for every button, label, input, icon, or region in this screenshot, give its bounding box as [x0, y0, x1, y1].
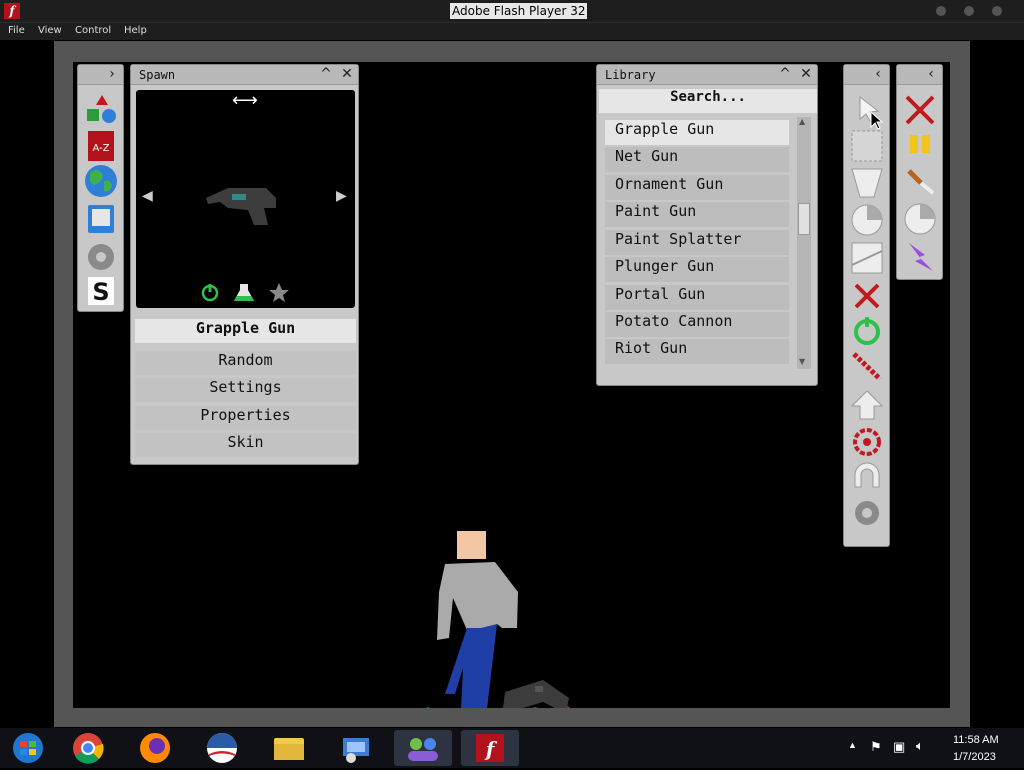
close-icon[interactable]: ✕	[798, 66, 814, 82]
library-panel: Library ^ ✕ Search... Grapple Gun Net Gu…	[596, 64, 818, 386]
spawn-panel-header: Spawn ^ ✕	[131, 65, 358, 85]
spawn-preview[interactable]: ⟷ ◀ ▶	[136, 90, 355, 308]
pie-tool[interactable]	[851, 204, 883, 236]
menu-bar: File View Control Help	[0, 22, 1024, 40]
mouse-cursor-icon	[870, 111, 884, 130]
gear-tool[interactable]	[855, 501, 879, 525]
list-item[interactable]: Riot Gun	[605, 339, 789, 364]
minimize-button[interactable]	[936, 6, 946, 16]
flag-icon[interactable]: ⚑	[870, 739, 882, 755]
spawn-panel: Spawn ^ ✕ ⟷ ◀ ▶ Grapple Gun Random Setti…	[130, 64, 359, 465]
selected-item-label[interactable]: Grapple Gun	[135, 319, 356, 343]
file-explorer-icon[interactable]	[260, 730, 318, 766]
list-item[interactable]: Potato Cannon	[605, 312, 789, 337]
flash-player-icon[interactable]: f	[461, 730, 519, 766]
chevron-up-icon[interactable]: ▲	[848, 740, 857, 750]
menu-help[interactable]: Help	[124, 25, 147, 36]
delete-tool[interactable]	[854, 283, 880, 309]
a-z-book-icon[interactable]: A-Z	[88, 131, 114, 161]
star-icon[interactable]	[269, 283, 289, 302]
magnet-tool[interactable]	[854, 462, 880, 488]
list-item[interactable]: Paint Splatter	[605, 230, 789, 255]
funnel-tool[interactable]	[851, 168, 883, 198]
category-toolbar-header: ›	[78, 65, 123, 85]
window-title: Adobe Flash Player 32	[450, 3, 588, 19]
category-toolbar: › A-Z S	[77, 64, 124, 312]
list-item[interactable]: Paint Gun	[605, 202, 789, 227]
gear-icon[interactable]	[88, 244, 114, 270]
control-panel-icon[interactable]	[327, 730, 385, 766]
power-tool[interactable]	[854, 317, 880, 345]
library-search-input[interactable]: Search...	[599, 89, 817, 113]
tool-toolbar: ‹	[843, 64, 890, 547]
windows-start-icon[interactable]	[0, 730, 58, 766]
close-tool[interactable]	[905, 95, 935, 125]
list-item[interactable]: Grapple Gun	[605, 120, 789, 145]
taskbar: f ▲ ⚑ ▣ 🔈︎ 11:58 AM 1/7/2023	[0, 728, 1024, 768]
grapple-gun-dropped[interactable]	[503, 680, 569, 708]
target-tool[interactable]	[853, 428, 881, 456]
lightning-tool[interactable]	[909, 243, 933, 271]
users-icon[interactable]	[394, 730, 452, 766]
window-title-bar: f Adobe Flash Player 32	[0, 0, 1024, 22]
properties-button[interactable]: Properties	[135, 406, 356, 430]
globe-icon[interactable]	[85, 165, 117, 197]
chevron-left-icon[interactable]: ‹	[923, 66, 939, 82]
scroll-down-icon[interactable]: ▼	[799, 357, 805, 366]
svg-text:S: S	[92, 278, 109, 306]
list-item[interactable]: Portal Gun	[605, 285, 789, 310]
library-panel-title: Library	[605, 68, 656, 82]
list-item[interactable]: Ornament Gun	[605, 175, 789, 200]
rope-tool[interactable]	[852, 352, 882, 381]
save-disk-icon[interactable]	[88, 205, 114, 233]
spawn-panel-title: Spawn	[139, 68, 176, 82]
pause-tool[interactable]	[910, 135, 930, 153]
knife-tool[interactable]	[907, 169, 935, 195]
side-toolbar-header: ‹	[897, 65, 942, 85]
shapes-icon[interactable]	[87, 95, 116, 123]
chrome-icon[interactable]	[59, 730, 117, 766]
s-logo-icon[interactable]: S	[88, 277, 114, 306]
chevron-right-icon[interactable]: ›	[104, 66, 120, 82]
scroll-up-icon[interactable]: ▲	[799, 117, 805, 126]
list-item[interactable]: Net Gun	[605, 147, 789, 172]
clock-time[interactable]: 11:58 AM	[953, 734, 999, 746]
flask-icon[interactable]	[234, 284, 254, 301]
skin-button[interactable]: Skin	[135, 433, 356, 457]
menu-control[interactable]: Control	[75, 25, 111, 36]
settings-button[interactable]: Settings	[135, 378, 356, 402]
collapse-icon[interactable]: ^	[318, 66, 334, 82]
power-icon[interactable]	[201, 284, 219, 302]
volume-icon[interactable]: 🔈︎	[916, 738, 924, 754]
slope-tool[interactable]	[851, 242, 883, 274]
obama-logo-icon[interactable]	[193, 730, 251, 766]
side-toolbar: ‹	[896, 64, 943, 280]
pie-tool[interactable]	[904, 203, 936, 235]
chevron-left-icon[interactable]: ‹	[870, 66, 886, 82]
random-button[interactable]: Random	[135, 351, 356, 375]
blood-splatter	[425, 705, 571, 708]
close-icon[interactable]: ✕	[339, 66, 355, 82]
select-box-tool[interactable]	[851, 130, 883, 162]
list-item[interactable]: Plunger Gun	[605, 257, 789, 282]
library-scrollbar[interactable]: ▲ ▼	[797, 117, 811, 369]
clock-date[interactable]: 1/7/2023	[953, 751, 996, 763]
library-panel-header: Library ^ ✕	[597, 65, 817, 85]
firefox-icon[interactable]	[126, 730, 184, 766]
maximize-button[interactable]	[964, 6, 974, 16]
menu-view[interactable]: View	[38, 25, 62, 36]
svg-text:A-Z: A-Z	[92, 143, 109, 154]
ragdoll-head[interactable]	[457, 531, 486, 559]
collapse-icon[interactable]: ^	[777, 66, 793, 82]
close-button[interactable]	[992, 6, 1002, 16]
arrow-up-tool[interactable]	[850, 390, 884, 420]
network-icon[interactable]: ▣	[893, 739, 905, 755]
scrollbar-thumb[interactable]	[798, 203, 810, 235]
grapple-gun-preview	[201, 188, 289, 302]
flash-icon: f	[4, 3, 20, 19]
menu-file[interactable]: File	[8, 25, 25, 36]
tool-toolbar-header: ‹	[844, 65, 889, 85]
